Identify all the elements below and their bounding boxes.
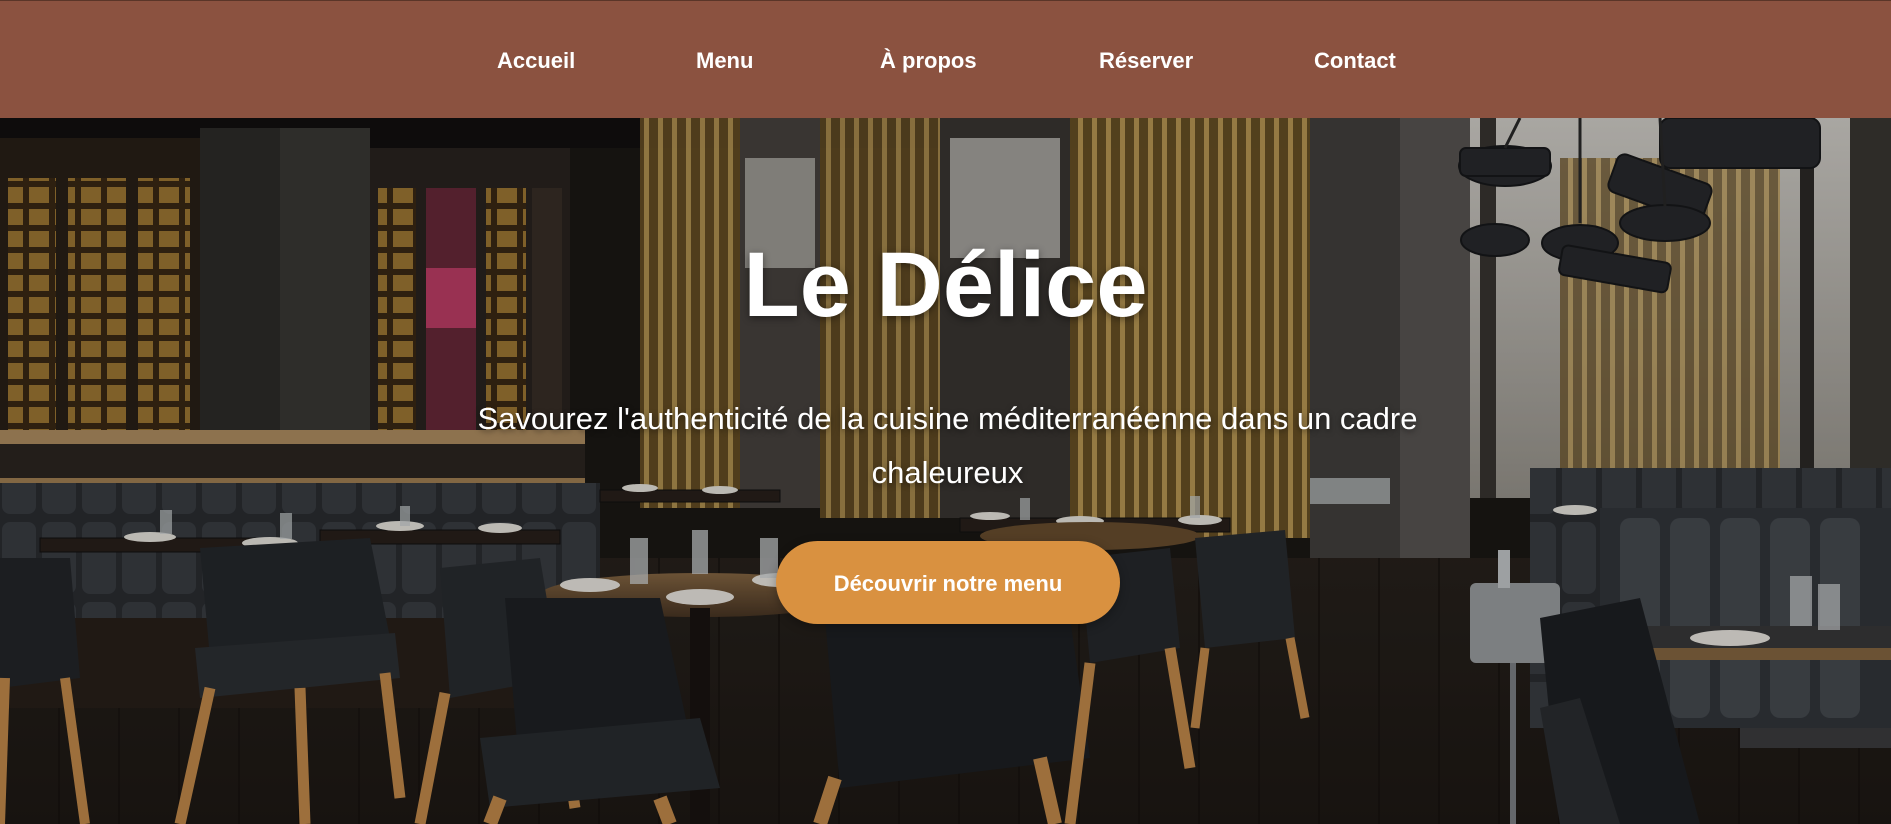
nav-link-menu[interactable]: Menu [696, 48, 753, 74]
hero-subtitle: Savourez l'authenticité de la cuisine mé… [477, 401, 1418, 490]
discover-menu-button[interactable]: Découvrir notre menu [776, 541, 1120, 624]
page: Accueil Menu À propos Réserver Contact L… [0, 0, 1891, 824]
nav-link-reserver[interactable]: Réserver [1099, 48, 1193, 74]
main-navbar: Accueil Menu À propos Réserver Contact [0, 0, 1891, 118]
nav-link-accueil[interactable]: Accueil [497, 48, 575, 74]
nav-link-contact[interactable]: Contact [1314, 48, 1396, 74]
hero-title: Le Délice [743, 234, 1148, 336]
nav-link-a-propos[interactable]: À propos [880, 48, 977, 74]
